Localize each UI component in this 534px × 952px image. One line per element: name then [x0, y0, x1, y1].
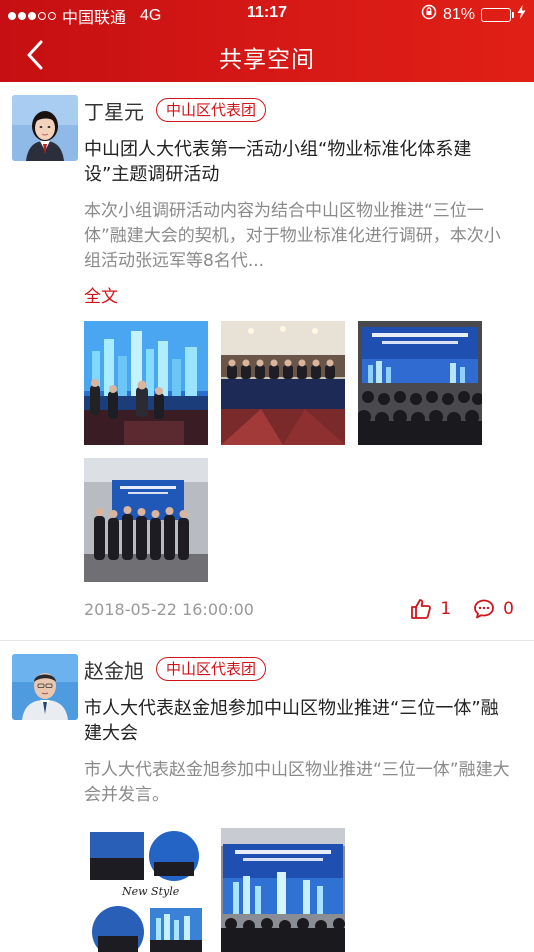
post-feed[interactable]: 丁星元 中山区代表团 中山团人大代表第一活动小组“物业标准化体系建设”主题调研活…: [0, 82, 534, 952]
status-bar: 中国联通 4G 11:17 81%: [0, 0, 534, 28]
post-title[interactable]: 市人大代表赵金旭参加中山区物业推进“三位一体”融建大会: [84, 696, 514, 746]
post-title[interactable]: 中山团人大代表第一活动小组“物业标准化体系建设”主题调研活动: [84, 137, 514, 187]
post-photo[interactable]: New Style: [84, 828, 208, 952]
author-name[interactable]: 丁星元: [84, 96, 144, 125]
nav-bar: 共享空间: [0, 28, 534, 82]
post-summary: 市人大代表赵金旭参加中山区物业推进“三位一体”融建大会并发言。: [84, 760, 510, 805]
like-count: 1: [440, 599, 452, 619]
photo-grid: New Style: [84, 828, 514, 952]
post-card: 赵金旭 中山区代表团 市人大代表赵金旭参加中山区物业推进“三位一体”融建大会 市…: [0, 640, 534, 952]
post-summary: 本次小组调研活动内容为结合中山区物业推进“三位一体”融建大会的契机，对于物业标准…: [84, 201, 501, 271]
author-name[interactable]: 赵金旭: [84, 655, 144, 684]
battery-percent: 81%: [442, 5, 475, 23]
post-timestamp: 2018-05-22 16:00:00: [84, 599, 254, 619]
avatar[interactable]: [12, 654, 78, 720]
expand-full-text-link[interactable]: 全文: [84, 282, 118, 307]
page-title: 共享空间: [219, 47, 315, 73]
comment-count: 0: [503, 599, 514, 619]
orientation-lock-icon: [421, 4, 437, 25]
comment-button[interactable]: 0: [473, 598, 514, 620]
charging-icon: [517, 5, 526, 24]
org-badge: 中山区代表团: [156, 98, 267, 122]
like-button[interactable]: 1: [410, 598, 451, 620]
photo-grid: [84, 321, 514, 582]
comment-icon: [474, 599, 495, 619]
photo-caption: New Style: [122, 885, 180, 898]
post-photo[interactable]: [221, 321, 345, 445]
post-photo[interactable]: [84, 321, 208, 445]
org-badge: 中山区代表团: [156, 657, 267, 681]
post-card: 丁星元 中山区代表团 中山团人大代表第一活动小组“物业标准化体系建设”主题调研活…: [0, 82, 534, 640]
thumbs-up-icon: [411, 599, 432, 619]
post-photo[interactable]: [358, 321, 482, 445]
post-photo[interactable]: [221, 828, 345, 952]
post-photo[interactable]: [84, 458, 208, 582]
avatar[interactable]: [12, 95, 78, 161]
battery-icon: [481, 7, 514, 22]
